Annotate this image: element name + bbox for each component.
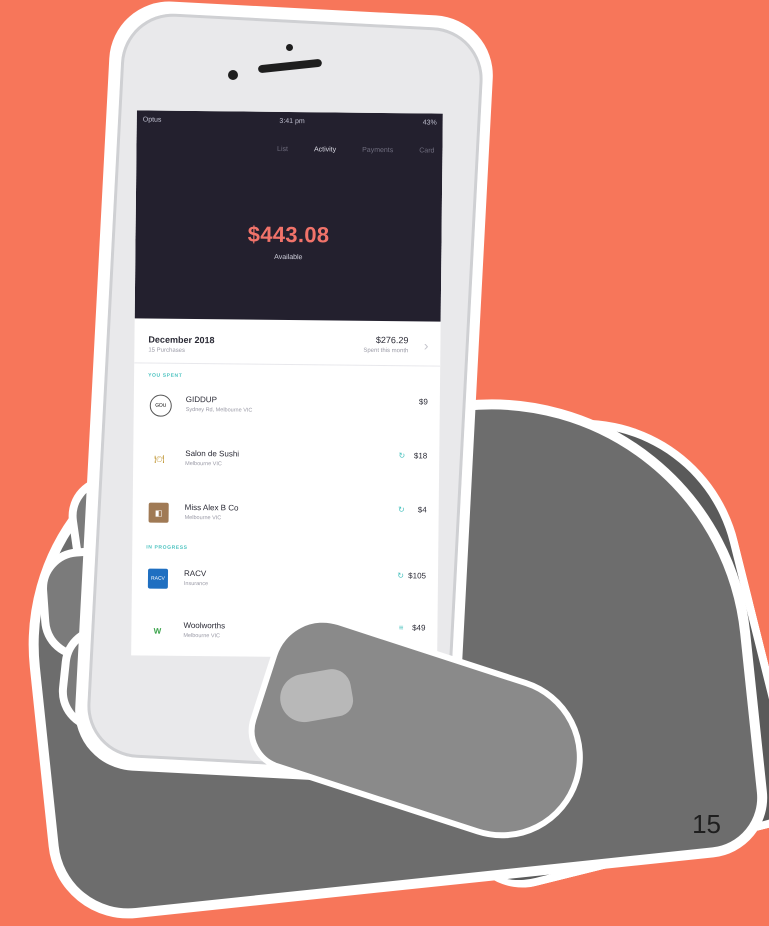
tab-card[interactable]: Card bbox=[419, 147, 434, 154]
transaction-location: Melbourne VIC bbox=[185, 460, 222, 468]
tab-activity[interactable]: Activity bbox=[314, 146, 336, 153]
transaction-location: Melbourne VIC bbox=[183, 632, 221, 640]
round-up-icon: ↻ bbox=[397, 571, 405, 581]
month-amount: $276.29 bbox=[375, 334, 409, 346]
status-bar: Optus 3:41 pm 43% bbox=[137, 116, 443, 131]
transaction-amount: $9 bbox=[418, 397, 428, 407]
round-up-icon: ↻ bbox=[398, 451, 406, 461]
tab-list[interactable]: List bbox=[277, 146, 288, 153]
transaction-row[interactable]: GDU GIDDUP Sydney Rd, Melbourne VIC $9 bbox=[134, 384, 440, 431]
transaction-name: RACV bbox=[183, 568, 207, 579]
transaction-amount: $105 bbox=[408, 571, 427, 581]
transaction-location: Sydney Rd, Melbourne VIC bbox=[185, 406, 253, 414]
carrier-label: Optus bbox=[142, 116, 162, 124]
round-up-icon: ↻ bbox=[397, 505, 405, 515]
month-summary[interactable]: December 2018 15 Purchases $276.29 Spent… bbox=[134, 318, 441, 367]
section-header: YOU SPENT bbox=[148, 372, 183, 379]
racv-logo-icon: RACV bbox=[147, 568, 169, 589]
split-icon: ≡ bbox=[398, 623, 404, 633]
woolworths-logo-icon: W bbox=[153, 626, 162, 636]
tab-bar: List Activity Payments Card bbox=[136, 144, 442, 155]
page-number: 15 bbox=[692, 809, 721, 839]
transaction-row[interactable]: ◧ Miss Alex B Co Melbourne VIC ↻ $4 bbox=[132, 492, 438, 539]
app-screen: Optus 3:41 pm 43% List Activity Payments… bbox=[131, 110, 443, 659]
transaction-location: Melbourne VIC bbox=[184, 514, 222, 522]
section-header: IN PROGRESS bbox=[146, 544, 188, 551]
store-icon: ◧ bbox=[148, 502, 169, 523]
transaction-name: Salon de Sushi bbox=[185, 448, 240, 459]
transaction-name: GIDDUP bbox=[185, 394, 218, 405]
balance-amount: $443.08 bbox=[247, 221, 330, 248]
giddyup-logo-icon: GDU bbox=[149, 394, 172, 417]
month-title: December 2018 bbox=[148, 334, 215, 346]
transaction-location: Insurance bbox=[183, 580, 209, 588]
proximity-sensor bbox=[286, 44, 293, 51]
month-subtitle: 15 Purchases bbox=[148, 347, 186, 354]
transaction-amount: $4 bbox=[417, 505, 427, 515]
transaction-name: Woolworths bbox=[183, 620, 226, 631]
month-amount-subtitle: Spent this month bbox=[363, 347, 409, 355]
transaction-row[interactable]: RACV RACV Insurance ↻ $105 bbox=[132, 558, 438, 605]
restaurant-icon: 🍽 bbox=[154, 454, 165, 464]
clock: 3:41 pm bbox=[279, 117, 305, 126]
transaction-amount: $18 bbox=[413, 451, 428, 461]
battery-label: 43% bbox=[422, 119, 437, 127]
chevron-right-icon: › bbox=[423, 337, 429, 354]
front-camera bbox=[228, 70, 238, 80]
balance-label: Available bbox=[274, 253, 303, 262]
tab-payments[interactable]: Payments bbox=[362, 147, 393, 154]
transaction-row[interactable]: 🍽 Salon de Sushi Melbourne VIC ↻ $18 bbox=[133, 438, 439, 485]
transaction-name: Miss Alex B Co bbox=[184, 502, 239, 513]
balance-header: Optus 3:41 pm 43% List Activity Payments… bbox=[134, 110, 443, 322]
transaction-amount: $49 bbox=[412, 623, 426, 633]
